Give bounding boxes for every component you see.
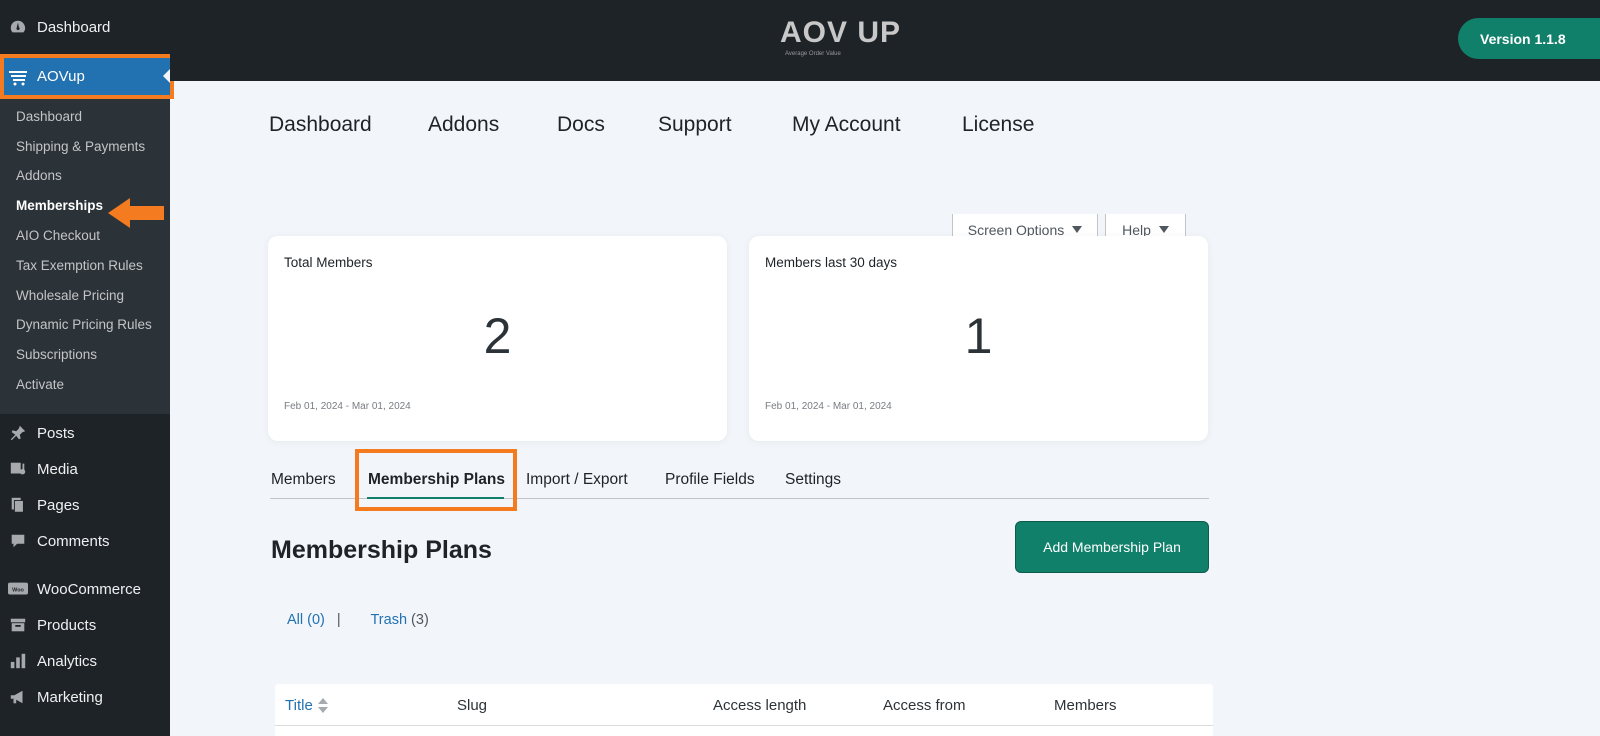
sidebar-item-label: Marketing [37,688,103,706]
sidebar-item-woocommerce[interactable]: Woo WooCommerce [0,571,170,607]
sort-icon [317,698,328,714]
filter-all-count: (0) [307,612,325,628]
card-label: Total Members [284,255,373,270]
sidebar-item-dashboard[interactable]: Dashboard [0,9,170,45]
current-menu-caret [163,69,170,83]
filter-trash-label: Trash [370,612,408,628]
aovup-submenu: Dashboard Shipping & Payments Addons Mem… [0,99,170,414]
sidebar-item-label: WooCommerce [37,580,141,598]
highlight-box-membership-plans [355,449,517,511]
logo-tagline: Average Order Value [785,51,841,57]
nav-docs[interactable]: Docs [557,113,605,137]
card-label: Members last 30 days [765,255,898,270]
sidebar-item-label: Comments [37,532,110,550]
submenu-subscriptions[interactable]: Subscriptions [16,347,97,362]
tab-import-export[interactable]: Import / Export [526,471,628,489]
triangle-down-icon [1158,226,1169,233]
logo-text: AOV UP [780,16,902,49]
card-date-range: Feb 01, 2024 - Mar 01, 2024 [765,401,892,412]
total-members-card: Total Members 2 Feb 01, 2024 - Mar 01, 2… [268,236,727,441]
filter-trash-count: (3) [411,612,429,628]
submenu-activate[interactable]: Activate [16,377,64,392]
column-access-from: Access from [883,697,966,714]
submenu-tax-exemption-rules[interactable]: Tax Exemption Rules [16,258,143,273]
filter-trash[interactable]: Trash (3) [370,612,428,628]
table-body [275,726,1213,736]
nav-my-account[interactable]: My Account [792,113,901,137]
comment-icon [8,531,28,551]
gauge-icon [8,17,28,37]
pages-icon [8,495,28,515]
sidebar-item-aovup[interactable]: AOVup [4,58,170,95]
media-icon [8,459,28,479]
sidebar-item-pages[interactable]: Pages [0,487,170,523]
sidebar-item-label: Dashboard [37,18,111,36]
plugin-header: AOV UP Average Order Value Version 1.1.8 [170,0,1600,81]
submenu-shipping-payments[interactable]: Shipping & Payments [16,139,145,154]
submenu-wholesale-pricing[interactable]: Wholesale Pricing [16,288,124,303]
submenu-memberships[interactable]: Memberships [16,198,103,213]
add-membership-plan-button[interactable]: Add Membership Plan [1015,521,1209,573]
sidebar-item-comments[interactable]: Comments [0,523,170,559]
megaphone-icon [8,687,28,707]
sidebar-item-label: Media [37,460,78,478]
tab-settings[interactable]: Settings [785,471,841,489]
sidebar-item-posts[interactable]: Posts [0,415,170,451]
sidebar-item-analytics[interactable]: Analytics [0,643,170,679]
version-badge: Version 1.1.8 [1458,18,1600,59]
submenu-dashboard[interactable]: Dashboard [16,109,82,124]
tab-members[interactable]: Members [271,471,336,489]
column-slug: Slug [457,697,488,714]
pointer-arrow-icon [108,198,164,228]
nav-license[interactable]: License [962,113,1034,137]
column-title[interactable]: Title [285,697,328,714]
card-date-range: Feb 01, 2024 - Mar 01, 2024 [284,401,411,412]
nav-dashboard[interactable]: Dashboard [269,113,372,137]
sidebar-item-marketing[interactable]: Marketing [0,679,170,715]
bar-chart-icon [8,651,28,671]
sidebar-item-label: Analytics [37,652,98,670]
submenu-dynamic-pricing-rules[interactable]: Dynamic Pricing Rules [16,317,152,332]
status-filters: All (0) | Trash (3) [287,612,429,628]
membership-plans-table-header: Title Slug Access length Access from Mem… [275,684,1213,726]
admin-sidebar: Dashboard AOVup Dashboard Shipping & Pay… [0,0,174,736]
nav-support[interactable]: Support [658,113,732,137]
submenu-addons[interactable]: Addons [16,168,62,183]
submenu-aio-checkout[interactable]: AIO Checkout [16,228,100,243]
nav-addons[interactable]: Addons [428,113,499,137]
sidebar-item-label: Products [37,616,97,634]
column-title-label: Title [285,697,313,714]
sidebar-item-label: Posts [37,424,75,442]
sidebar-item-media[interactable]: Media [0,451,170,487]
filter-all-label: All [287,612,304,628]
tab-profile-fields[interactable]: Profile Fields [665,471,755,489]
sidebar-item-products[interactable]: Products [0,607,170,643]
svg-text:Woo: Woo [12,587,24,593]
section-title: Membership Plans [271,536,492,564]
card-value: 1 [964,308,993,364]
cart-icon [8,67,28,87]
filter-all[interactable]: All (0) [287,612,325,628]
aovup-logo: AOV UP Average Order Value [780,16,910,64]
sidebar-item-label: AOVup [37,68,85,85]
woo-icon: Woo [8,579,28,599]
pin-icon [8,423,28,443]
card-value: 2 [483,308,512,364]
column-access-length: Access length [713,697,807,714]
members-last-30-days-card: Members last 30 days 1 Feb 01, 2024 - Ma… [749,236,1208,441]
filter-separator: | [336,612,341,628]
archive-icon [8,615,28,635]
column-members: Members [1054,697,1117,714]
triangle-down-icon [1072,226,1083,233]
sidebar-item-label: Pages [37,496,80,514]
